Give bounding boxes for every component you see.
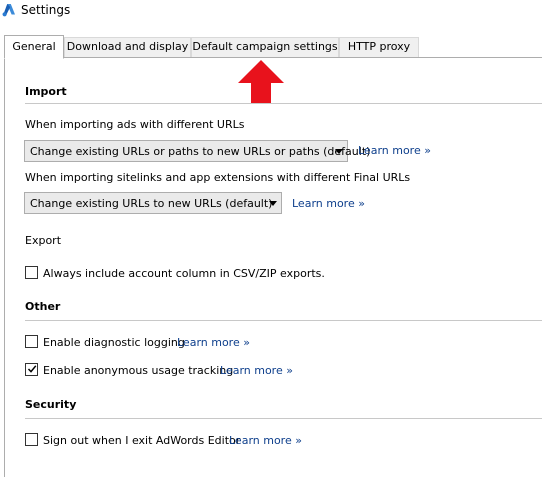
sitelinks-selected-value: Change existing URLs to new URLs (defaul…	[30, 197, 273, 210]
ads-urls-dropdown[interactable]: Change existing URLs or paths to new URL…	[24, 140, 370, 162]
tab-general[interactable]: General	[4, 35, 64, 59]
diagnostic-logging-checkbox[interactable]	[25, 335, 38, 348]
sitelinks-learn-more-link[interactable]: Learn more »	[292, 197, 365, 210]
diagnostic-logging-learn-more-link[interactable]: Learn more »	[177, 336, 250, 349]
sitelinks-dropdown[interactable]: Change existing URLs to new URLs (defaul…	[24, 192, 282, 214]
account-column-label: Always include account column in CSV/ZIP…	[43, 267, 325, 280]
account-column-checkbox[interactable]	[25, 266, 38, 279]
security-divider	[25, 418, 542, 419]
usage-tracking-checkbox[interactable]	[25, 363, 38, 376]
red-arrow-up-icon	[238, 60, 284, 104]
diagnostic-logging-label: Enable diagnostic logging	[43, 336, 185, 349]
window-title: Settings	[21, 3, 71, 17]
tab-strip: General Download and display Default cam…	[0, 35, 542, 59]
sign-out-label: Sign out when I exit AdWords Editor	[43, 434, 241, 447]
sign-out-checkbox[interactable]	[25, 433, 38, 446]
tab-download-and-display[interactable]: Download and display	[64, 37, 191, 57]
usage-tracking-learn-more-link[interactable]: Learn more »	[220, 364, 293, 377]
ads-urls-learn-more-link[interactable]: Learn more »	[358, 144, 431, 157]
sitelinks-label: When importing sitelinks and app extensi…	[25, 171, 411, 184]
chevron-down-icon	[269, 201, 277, 206]
tab-default-campaign-settings[interactable]: Default campaign settings	[191, 37, 339, 57]
import-heading: Import	[25, 85, 67, 98]
export-heading: Export	[25, 234, 62, 247]
usage-tracking-label: Enable anonymous usage tracking	[43, 364, 234, 377]
chevron-down-icon	[335, 149, 343, 154]
security-heading: Security	[25, 398, 77, 411]
import-divider	[25, 103, 542, 104]
other-divider	[25, 320, 542, 321]
adwords-logo-icon	[2, 4, 15, 17]
checkmark-icon	[27, 365, 37, 373]
sign-out-learn-more-link[interactable]: Learn more »	[229, 434, 302, 447]
title-bar: Settings	[0, 0, 542, 22]
ads-urls-label: When importing ads with different URLs	[25, 118, 245, 131]
ads-urls-selected-value: Change existing URLs or paths to new URL…	[30, 145, 371, 158]
other-heading: Other	[25, 300, 61, 313]
tab-http-proxy[interactable]: HTTP proxy	[339, 37, 419, 57]
